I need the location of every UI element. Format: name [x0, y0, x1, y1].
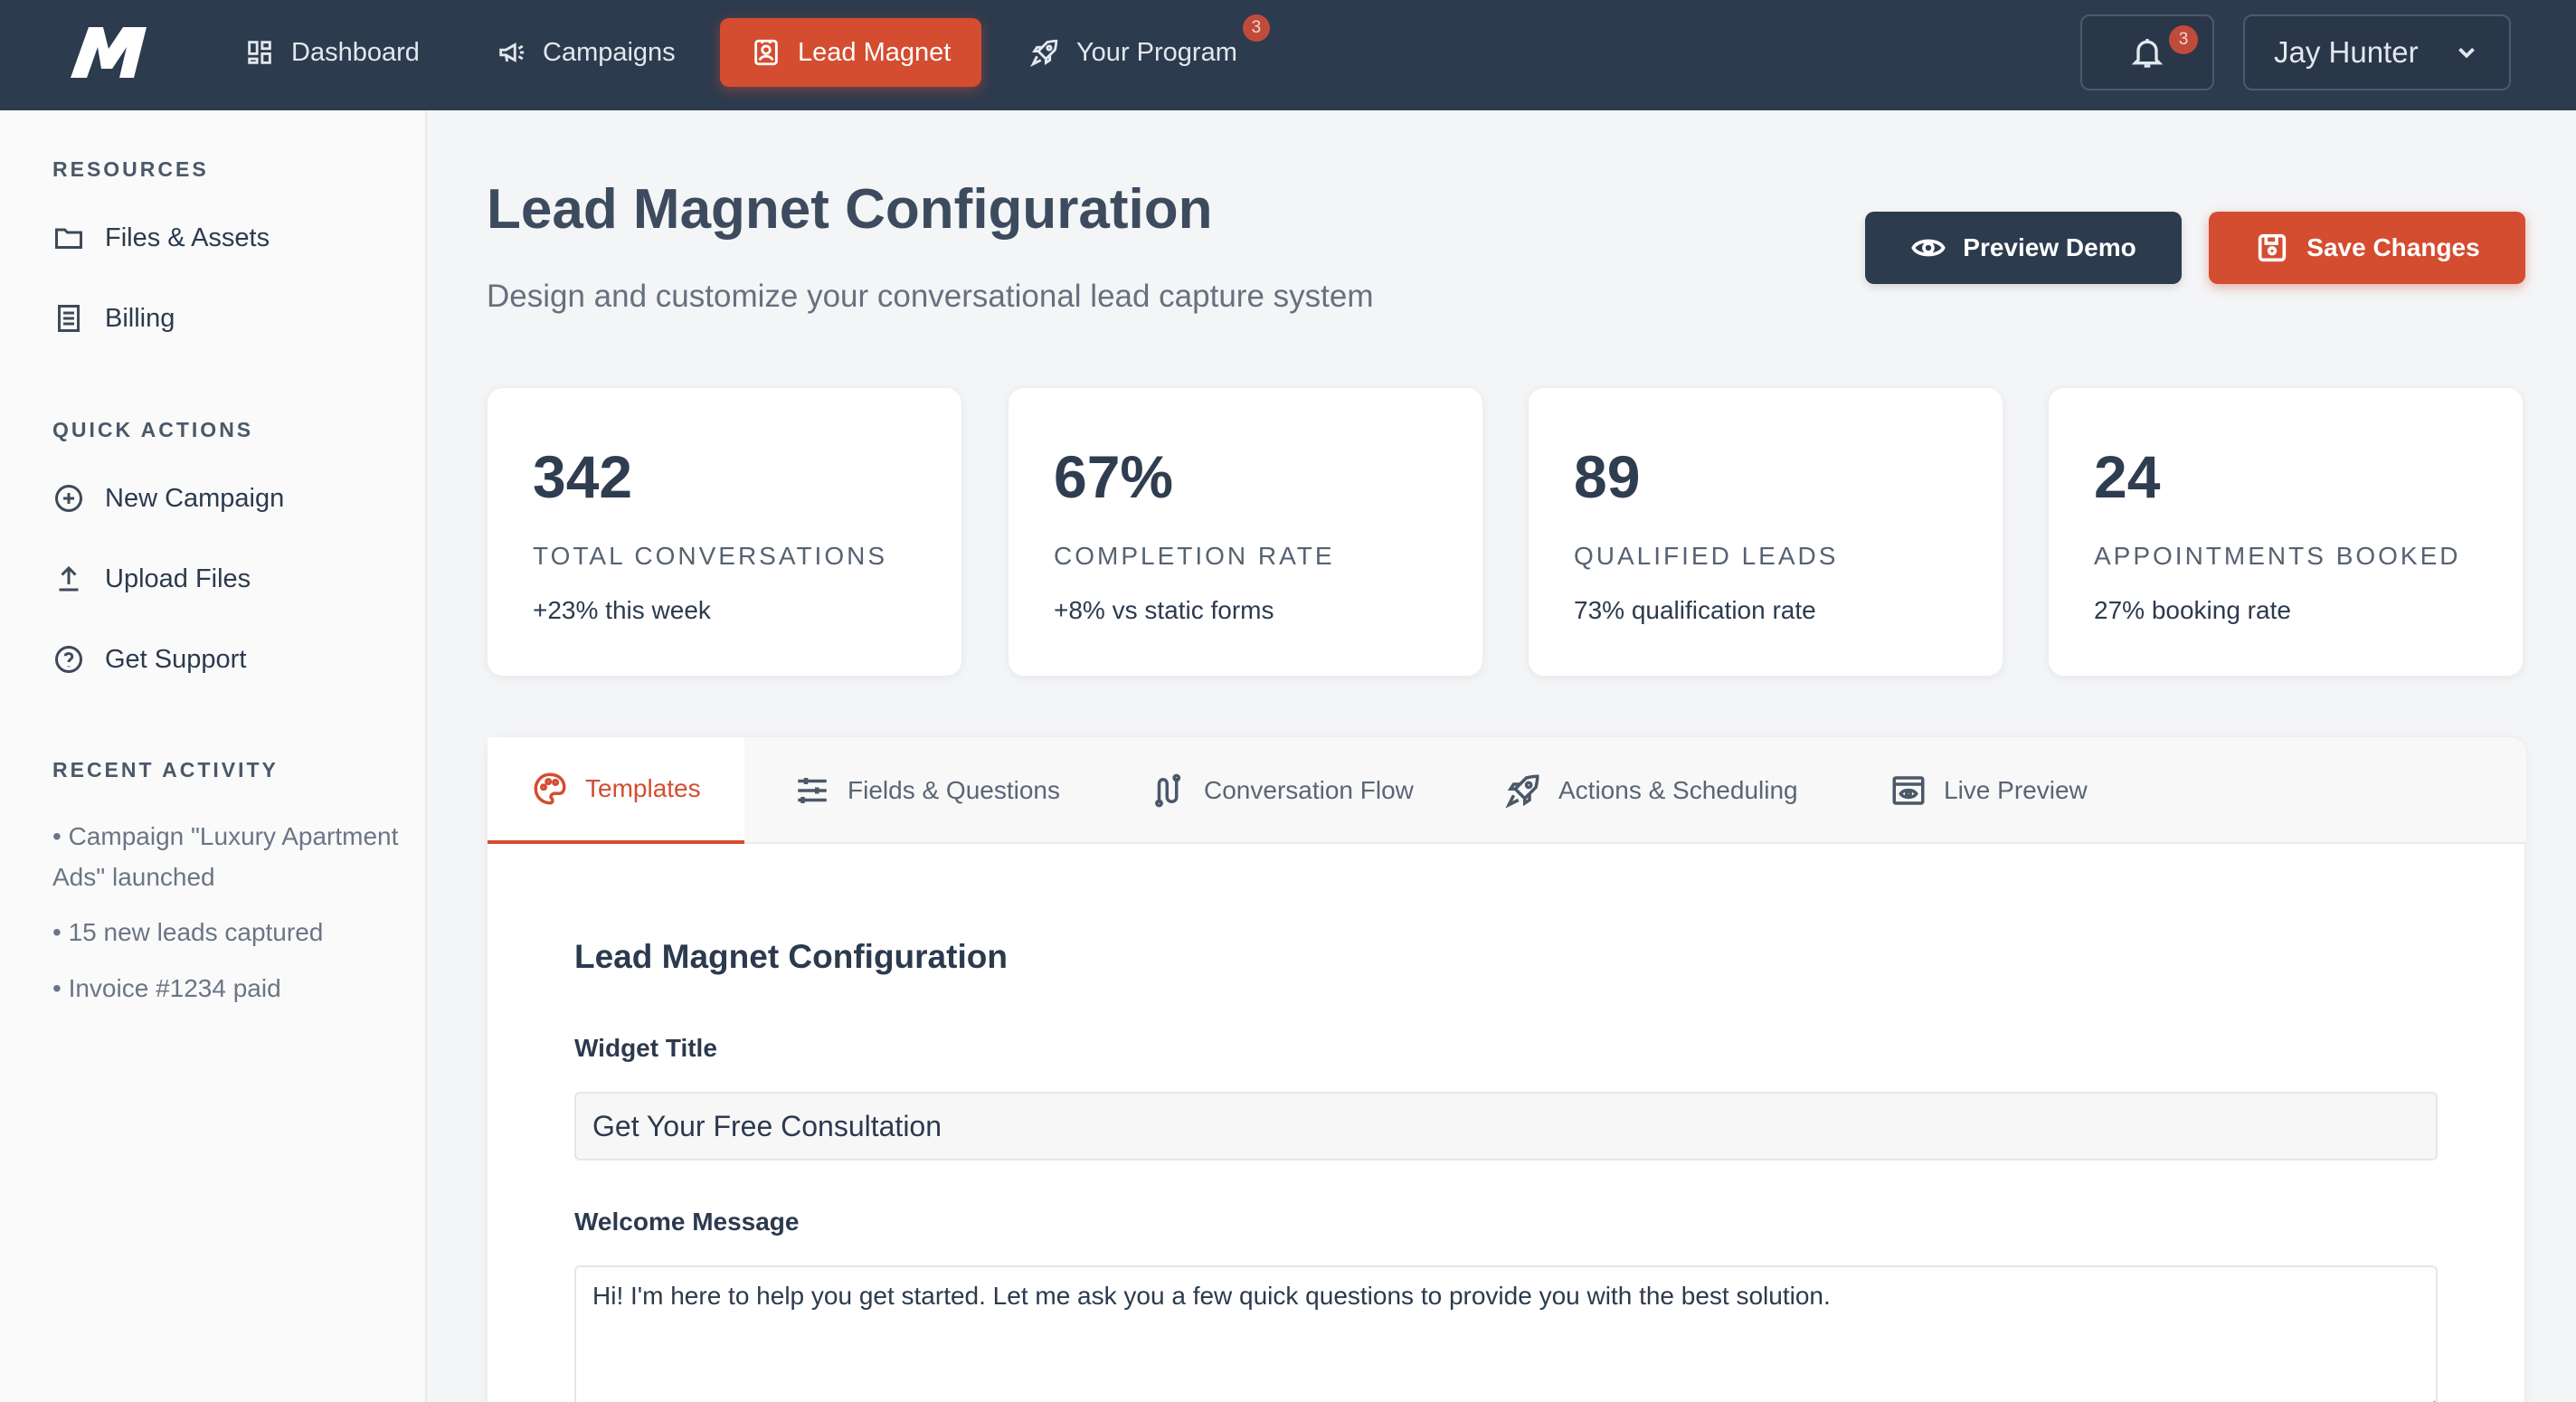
- sidebar-item-label: Upload Files: [105, 564, 251, 593]
- nav-your-program[interactable]: Your Program 3: [999, 14, 1270, 87]
- stat-note: 27% booking rate: [2094, 596, 2291, 624]
- nav-dashboard-label: Dashboard: [291, 37, 420, 67]
- sidebar: RESOURCES Files & Assets Billing QUICK A…: [0, 110, 427, 1402]
- bell-icon: [2131, 39, 2164, 68]
- resources-heading: RESOURCES: [52, 157, 209, 181]
- notifications-badge: 3: [2169, 25, 2198, 54]
- stat-label: TOTAL CONVERSATIONS: [533, 542, 888, 570]
- preview-demo-label: Preview Demo: [1963, 233, 2136, 261]
- nav-dashboard[interactable]: Dashboard: [213, 18, 450, 87]
- palette-icon: [534, 772, 566, 805]
- stat-card-total-conversations: 342 TOTAL CONVERSATIONS +23% this week: [487, 387, 962, 677]
- user-menu-button[interactable]: Jay Hunter: [2243, 14, 2511, 90]
- stat-note: +23% this week: [533, 596, 711, 624]
- sidebar-item-files-assets[interactable]: Files & Assets: [52, 215, 396, 261]
- upload-icon: [59, 565, 79, 592]
- sidebar-item-new-campaign[interactable]: New Campaign: [52, 476, 396, 521]
- route-icon: [1155, 773, 1181, 808]
- megaphone-icon: [499, 43, 525, 62]
- page-subtitle: Design and customize your conversational…: [487, 279, 1374, 314]
- sidebar-item-billing[interactable]: Billing: [52, 296, 396, 341]
- tab-actions-scheduling[interactable]: Actions & Scheduling: [1504, 737, 1798, 844]
- stat-label: QUALIFIED LEADS: [1574, 542, 1839, 570]
- document-icon: [58, 305, 80, 332]
- sidebar-item-label: Billing: [105, 303, 175, 333]
- folder-icon: [55, 228, 82, 249]
- welcome-message-textarea[interactable]: Hi! I'm here to help you get started. Le…: [574, 1265, 2438, 1402]
- config-tabs: Templates Fields & Questions Conversatio…: [488, 737, 2526, 844]
- tab-label: Conversation Flow: [1204, 776, 1414, 804]
- widget-title-label: Widget Title: [574, 1034, 717, 1062]
- save-icon: [2259, 233, 2287, 262]
- contact-card-icon: [754, 39, 778, 66]
- chevron-down-icon: [2458, 47, 2475, 59]
- stat-value: 342: [533, 443, 633, 510]
- tab-templates[interactable]: Templates: [488, 737, 744, 844]
- nav-lead-magnet-label: Lead Magnet: [798, 37, 952, 67]
- tab-fields-questions[interactable]: Fields & Questions: [793, 737, 1060, 844]
- section-title: Lead Magnet Configuration: [574, 938, 1008, 975]
- help-circle-icon: [55, 646, 82, 673]
- stat-note: +8% vs static forms: [1054, 596, 1274, 624]
- configuration-panel: Templates Fields & Questions Conversatio…: [487, 736, 2526, 1402]
- program-badge: 3: [1242, 14, 1270, 42]
- save-changes-label: Save Changes: [2306, 233, 2480, 261]
- sidebar-item-label: Files & Assets: [105, 223, 270, 252]
- quick-actions-heading: QUICK ACTIONS: [52, 418, 254, 441]
- widget-title-input[interactable]: [574, 1092, 2438, 1160]
- nav-your-program-label: Your Program: [1076, 37, 1237, 67]
- stat-label: APPOINTMENTS BOOKED: [2094, 542, 2461, 570]
- stat-card-appointments-booked: 24 APPOINTMENTS BOOKED 27% booking rate: [2048, 387, 2524, 677]
- sidebar-item-upload-files[interactable]: Upload Files: [52, 556, 396, 602]
- rocket-icon: [1505, 774, 1539, 809]
- stat-value: 89: [1574, 443, 1641, 510]
- top-navigation-bar: Dashboard Campaigns Lead Magnet Your Pro…: [0, 0, 2576, 110]
- page-title: Lead Magnet Configuration: [487, 178, 1213, 241]
- tab-label: Templates: [585, 774, 701, 802]
- rocket-icon: [1030, 39, 1058, 67]
- stat-card-completion-rate: 67% COMPLETION RATE +8% vs static forms: [1008, 387, 1483, 677]
- sidebar-item-label: New Campaign: [105, 483, 285, 513]
- activity-item: • Campaign "Luxury Apartment Ads" launch…: [52, 822, 399, 891]
- welcome-message-label: Welcome Message: [574, 1208, 800, 1236]
- notifications-button[interactable]: 3: [2080, 14, 2214, 90]
- tab-label: Live Preview: [1944, 776, 2088, 804]
- stat-card-qualified-leads: 89 QUALIFIED LEADS 73% qualification rat…: [1528, 387, 2003, 677]
- nav-campaigns-label: Campaigns: [543, 37, 676, 67]
- tab-live-preview[interactable]: Live Preview: [1889, 737, 2088, 844]
- sidebar-item-label: Get Support: [105, 644, 247, 674]
- stat-label: COMPLETION RATE: [1054, 542, 1335, 570]
- recent-activity-heading: RECENT ACTIVITY: [52, 758, 279, 782]
- tab-label: Fields & Questions: [848, 776, 1060, 804]
- stat-value: 67%: [1054, 443, 1174, 510]
- brand-logo[interactable]: [69, 25, 148, 80]
- dashboard-icon: [248, 41, 271, 64]
- tab-label: Actions & Scheduling: [1558, 776, 1798, 804]
- stat-note: 73% qualification rate: [1574, 596, 1816, 624]
- sliders-icon: [798, 778, 827, 803]
- tab-conversation-flow[interactable]: Conversation Flow: [1150, 737, 1414, 844]
- plus-circle-icon: [55, 485, 82, 512]
- activity-item: • 15 new leads captured: [52, 918, 324, 946]
- eye-window-icon: [1892, 776, 1925, 805]
- stat-value: 24: [2094, 443, 2161, 510]
- nav-lead-magnet[interactable]: Lead Magnet: [720, 18, 982, 87]
- user-name: Jay Hunter: [2274, 35, 2419, 69]
- preview-demo-button[interactable]: Preview Demo: [1865, 212, 2182, 284]
- save-changes-button[interactable]: Save Changes: [2209, 212, 2525, 284]
- activity-item: • Invoice #1234 paid: [52, 974, 281, 1002]
- sidebar-item-get-support[interactable]: Get Support: [52, 637, 396, 682]
- nav-campaigns[interactable]: Campaigns: [465, 18, 706, 87]
- eye-icon: [1911, 239, 1946, 257]
